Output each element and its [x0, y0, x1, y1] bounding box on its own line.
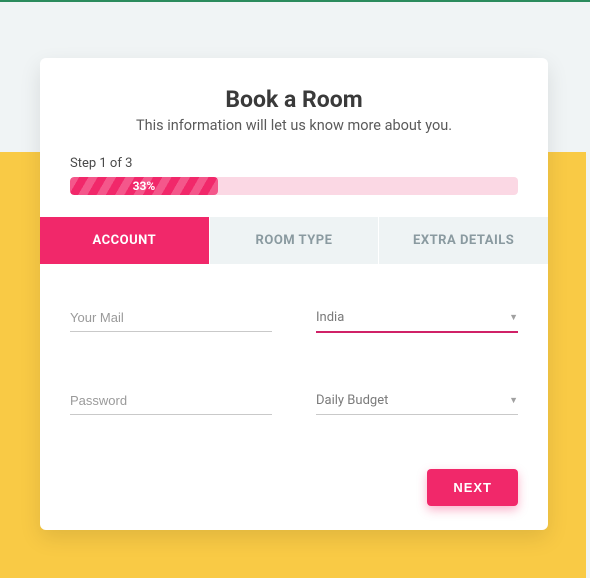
email-field[interactable]	[70, 304, 272, 332]
progress-bar: 33%	[70, 177, 218, 195]
tab-label: EXTRA DETAILS	[413, 233, 514, 248]
country-select[interactable]: India ▼	[316, 304, 518, 333]
page-top-border	[0, 0, 590, 2]
wizard-tabs: ACCOUNT ROOM TYPE EXTRA DETAILS	[40, 217, 548, 264]
chevron-down-icon: ▼	[509, 312, 518, 323]
tab-account[interactable]: ACCOUNT	[40, 217, 209, 264]
budget-field-wrap: Daily Budget ▼	[316, 387, 518, 415]
country-field-wrap: India ▼	[316, 304, 518, 333]
chevron-down-icon: ▼	[509, 395, 518, 406]
email-field-wrap	[70, 304, 272, 333]
password-field[interactable]	[70, 387, 272, 415]
card-footer: NEXT	[70, 449, 518, 506]
budget-selected: Daily Budget	[316, 393, 388, 408]
form-grid: India ▼ Daily Budget ▼	[70, 304, 518, 415]
tab-label: ROOM TYPE	[256, 233, 333, 248]
booking-card: Book a Room This information will let us…	[40, 58, 548, 530]
page-title: Book a Room	[70, 86, 518, 113]
progress-percent: 33%	[133, 179, 156, 193]
progress-track: 33%	[70, 177, 518, 195]
page-subtitle: This information will let us know more a…	[70, 117, 518, 134]
tab-extra-details[interactable]: EXTRA DETAILS	[378, 217, 548, 264]
tab-room-type[interactable]: ROOM TYPE	[209, 217, 379, 264]
password-field-wrap	[70, 387, 272, 415]
next-button[interactable]: NEXT	[427, 469, 518, 506]
tab-label: ACCOUNT	[92, 233, 156, 248]
step-label: Step 1 of 3	[70, 156, 518, 171]
budget-select[interactable]: Daily Budget ▼	[316, 387, 518, 415]
country-selected: India	[316, 310, 344, 325]
